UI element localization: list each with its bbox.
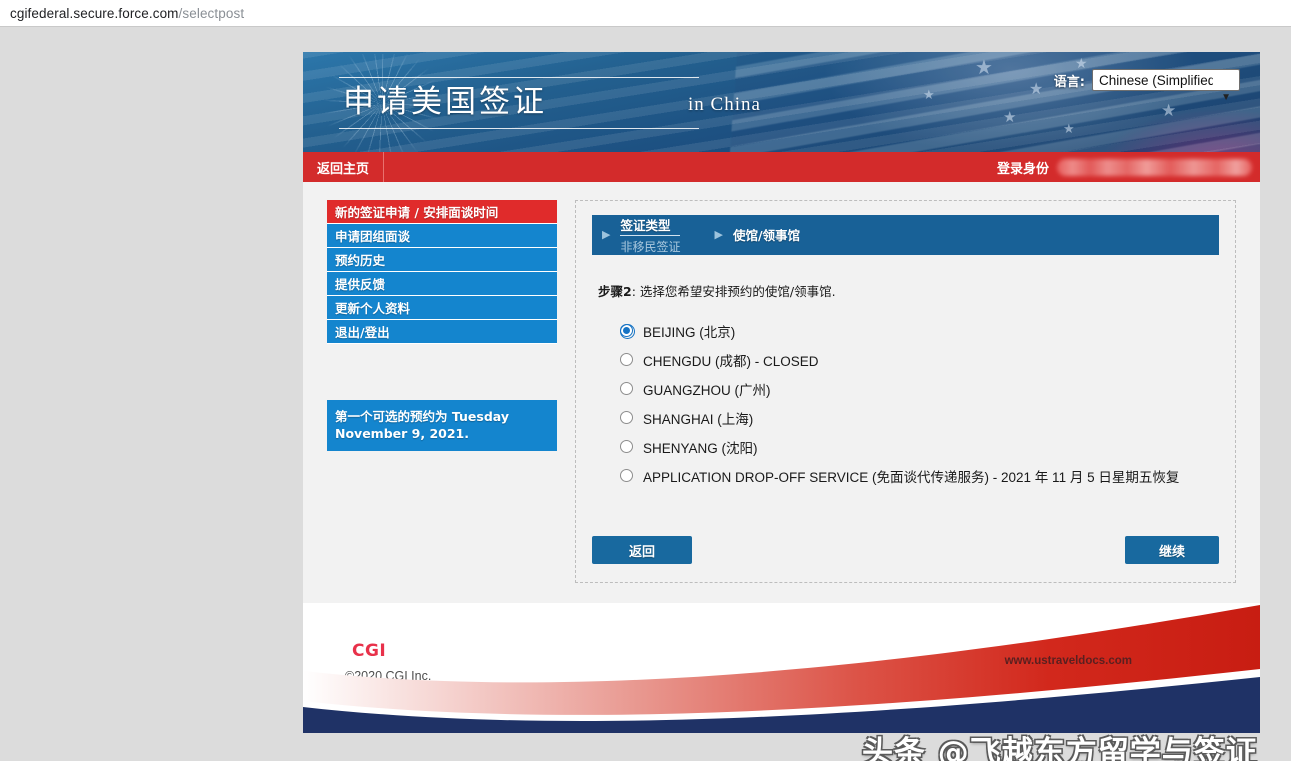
url-domain: cgifederal.secure.force.com [10, 5, 179, 21]
step-instruction: 步骤2: 选择您希望安排预约的使馆/领事馆. [598, 281, 1219, 300]
post-option-shenyang[interactable]: SHENYANG (沈阳) [620, 432, 1219, 461]
flag-star-icon: ★ [923, 87, 935, 102]
sidebar-item-label: 新的签证申请 / 安排面谈时间 [335, 205, 499, 220]
footer-red-wave [303, 605, 1260, 733]
step-instruction-prefix: 步骤2 [598, 284, 632, 299]
step-embassy-title: 使馆/领事馆 [732, 228, 801, 243]
logged-in-username-redacted [1057, 158, 1252, 176]
radio-icon[interactable] [620, 324, 635, 339]
back-button[interactable]: 返回 [592, 536, 692, 564]
cgi-logo: CGI [352, 641, 387, 661]
sidebar-item-appointment-history[interactable]: 预约历史 [327, 248, 557, 272]
flag-star-icon: ★ [975, 57, 993, 79]
sidebar-item-label: 提供反馈 [335, 277, 386, 292]
first-available-appointment-notice: 第一个可选的预约为 Tuesday November 9, 2021. [327, 400, 557, 451]
radio-icon[interactable] [620, 353, 633, 366]
site-banner: ★ ★ ★ ★ ★ ★ ★ ★ 申请美国签证 in China 语言: Chin… [303, 52, 1260, 152]
post-option-label: SHENYANG (沈阳) [643, 440, 758, 456]
url-path: /selectpost [178, 5, 245, 21]
post-option-label: GUANGZHOU (广州) [643, 382, 771, 398]
radio-icon[interactable] [620, 440, 633, 453]
step-visa-type[interactable]: 签证类型 非移民签证 [620, 215, 681, 255]
step-embassy-consulate[interactable]: 使馆/领事馆 [733, 225, 800, 245]
continue-button[interactable]: 继续 [1125, 536, 1219, 564]
banner-subtitle: in China [688, 94, 761, 115]
step-visa-type-sub: 非移民签证 [620, 240, 681, 254]
flag-star-icon: ★ [1161, 101, 1177, 120]
post-option-chengdu[interactable]: CHENGDU (成都) - CLOSED [620, 345, 1219, 374]
browser-url-bar[interactable]: cgifederal.secure.force.com/selectpost [0, 0, 1291, 27]
content-panel: ▶ 签证类型 非移民签证 ▶ 使馆/领事馆 步骤2: 选择您希望安排预约的使馆/… [575, 200, 1236, 583]
main-content: 新的签证申请 / 安排面谈时间 申请团组面谈 预约历史 提供反馈 更新个人资料 … [303, 182, 1260, 603]
sidebar-item-new-application[interactable]: 新的签证申请 / 安排面谈时间 [327, 200, 557, 224]
watermark: 头条 @飞越东方留学与签证 [862, 735, 1258, 761]
flag-star-icon: ★ [1029, 81, 1044, 98]
post-option-label: CHENGDU (成都) - CLOSED [643, 353, 819, 369]
page-viewport: ★ ★ ★ ★ ★ ★ ★ ★ 申请美国签证 in China 语言: Chin… [0, 27, 1291, 761]
sidebar-item-label: 预约历史 [335, 253, 386, 268]
sidebar-item-logout[interactable]: 退出/登出 [327, 320, 557, 344]
panel-button-row: 返回 继续 [592, 536, 1219, 564]
language-label: 语言: [1053, 74, 1085, 90]
post-radio-group: BEIJING (北京) CHENGDU (成都) - CLOSED GUANG… [620, 316, 1219, 490]
sidebar-item-group-appointment[interactable]: 申请团组面谈 [327, 224, 557, 248]
radio-icon[interactable] [620, 411, 633, 424]
footer-navy-wave [303, 669, 1260, 733]
sidebar-item-update-profile[interactable]: 更新个人资料 [327, 296, 557, 320]
page-title: 申请美国签证 [339, 77, 699, 129]
radio-icon[interactable] [620, 469, 633, 482]
top-nav-bar: 返回主页 登录身份 [303, 152, 1260, 182]
sidebar-item-label: 更新个人资料 [335, 301, 411, 316]
post-option-dropoff-service[interactable]: APPLICATION DROP-OFF SERVICE (免面谈代传递服务) … [620, 461, 1219, 490]
sidebar-item-feedback[interactable]: 提供反馈 [327, 272, 557, 296]
step-instruction-text: : 选择您希望安排预约的使馆/领事馆. [631, 284, 836, 299]
post-option-beijing[interactable]: BEIJING (北京) [620, 316, 1219, 345]
login-label: 登录身份 [996, 161, 1049, 177]
step-breadcrumb: ▶ 签证类型 非移民签证 ▶ 使馆/领事馆 [592, 215, 1219, 255]
step-visa-type-title: 签证类型 [620, 215, 681, 236]
flag-star-icon: ★ [1075, 55, 1088, 71]
sidebar-item-label: 退出/登出 [335, 325, 390, 340]
language-select[interactable]: Chinese (Simplified)English [1092, 69, 1240, 91]
nav-home-button[interactable]: 返回主页 [303, 152, 385, 182]
login-status: 登录身份 [997, 152, 1260, 182]
footer-website-url: www.ustraveldocs.com [1004, 655, 1132, 667]
flag-stripes-overlay [728, 52, 1260, 152]
flag-star-icon: ★ [1063, 121, 1075, 136]
radio-icon[interactable] [620, 382, 633, 395]
chevron-right-icon: ▶ [602, 228, 611, 241]
banner-title-wrap: 申请美国签证 [339, 77, 699, 129]
sidebar: 新的签证申请 / 安排面谈时间 申请团组面谈 预约历史 提供反馈 更新个人资料 … [327, 200, 557, 583]
post-option-label: SHANGHAI (上海) [643, 411, 754, 427]
chevron-right-icon: ▶ [714, 228, 723, 241]
site-container: ★ ★ ★ ★ ★ ★ ★ ★ 申请美国签证 in China 语言: Chin… [303, 52, 1260, 733]
sidebar-item-label: 申请团组面谈 [335, 229, 411, 244]
footer-copyright: ©2020 CGI Inc. [345, 669, 432, 683]
flag-star-icon: ★ [1003, 109, 1017, 126]
post-option-guangzhou[interactable]: GUANGZHOU (广州) [620, 374, 1219, 403]
post-option-label: APPLICATION DROP-OFF SERVICE (免面谈代传递服务) … [643, 469, 1180, 485]
site-footer: CGI ©2020 CGI Inc. www.ustraveldocs.com [303, 603, 1260, 733]
post-option-shanghai[interactable]: SHANGHAI (上海) [620, 403, 1219, 432]
post-option-label: BEIJING (北京) [643, 324, 736, 340]
language-selector[interactable]: 语言: Chinese (Simplified)English ▼ [1053, 69, 1240, 103]
